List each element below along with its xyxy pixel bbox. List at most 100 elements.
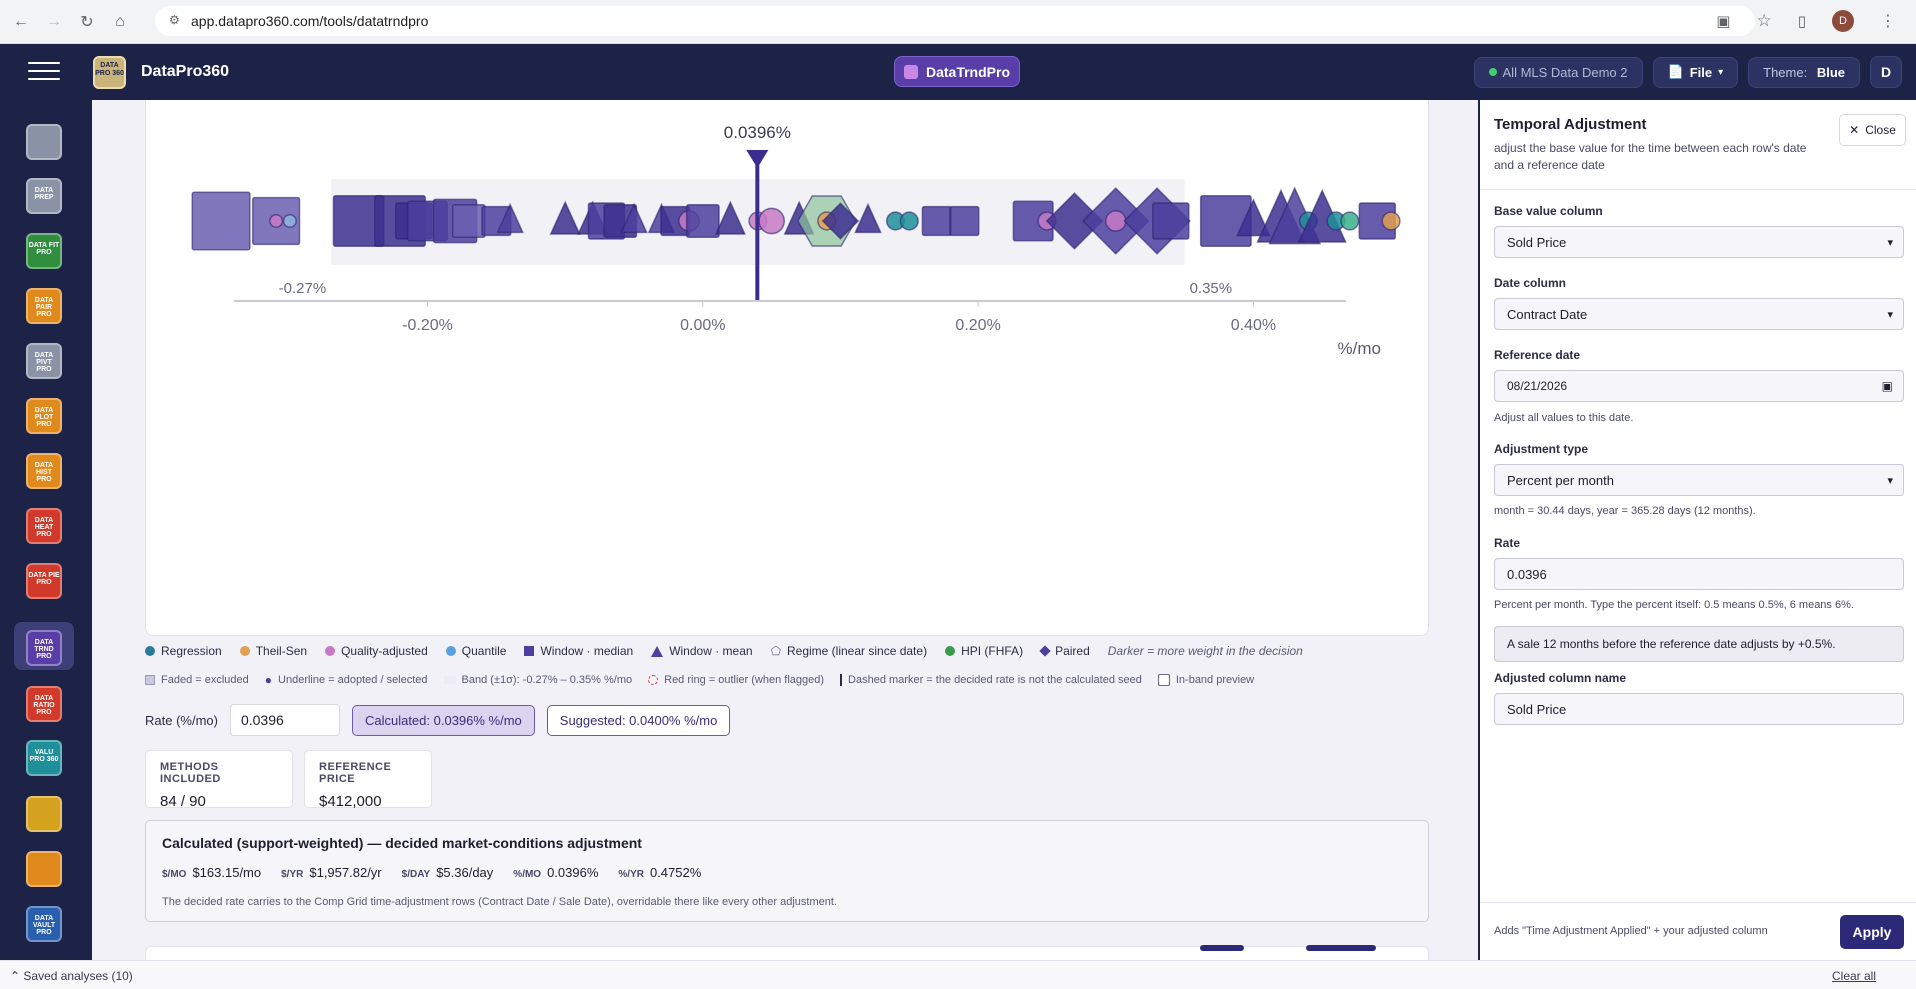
legend-dashed: Dashed marker = the decided rate is not … xyxy=(840,674,1142,686)
address-bar[interactable]: ⚙ app.datapro360.com/tools/datatrndpro xyxy=(155,6,1755,36)
legend-faded: Faded = excluded xyxy=(145,674,249,686)
legend-label-2: Quality-adjusted xyxy=(341,644,428,658)
install-icon[interactable]: ▣ xyxy=(1716,12,1730,30)
inband-checkbox[interactable] xyxy=(1157,674,1170,686)
point-2 xyxy=(282,213,297,229)
legend-item-4: Window · median xyxy=(524,644,633,658)
adjustment-type-select[interactable]: Percent per month ▾ xyxy=(1494,464,1904,496)
hamburger-menu-icon[interactable] xyxy=(28,62,60,82)
summary-footer: The decided rate carries to the Comp Gri… xyxy=(162,896,837,908)
base-column-label: Base value column xyxy=(1494,204,1603,218)
chart-legend: Regression Theil-Sen Quality-adjusted Quant… xyxy=(145,644,1445,658)
summary-item-value: $163.15/mo xyxy=(192,865,262,880)
bookmark-star-icon[interactable]: ☆ xyxy=(1756,11,1771,31)
adjusted-name-input[interactable]: Sold Price xyxy=(1494,693,1904,725)
user-badge[interactable]: D xyxy=(1870,56,1902,88)
legend-item-5: Window · mean xyxy=(651,644,753,658)
rate-input[interactable]: 0.0396 xyxy=(229,704,340,736)
x-tick-label: 0.40% xyxy=(1231,317,1276,334)
saved-analyses-toggle[interactable]: ⌃ Saved analyses (10) xyxy=(10,969,133,983)
sidebar-tool-14[interactable]: DATA VAULT PRO xyxy=(26,906,62,942)
rate-label: Rate (%/mo) xyxy=(145,712,218,728)
date-column-select[interactable]: Contract Date ▾ xyxy=(1494,298,1904,330)
inband-label: In-band preview xyxy=(1175,674,1255,686)
sidebar-tool-9[interactable]: DATA TRND PRO xyxy=(26,630,62,666)
legend-underline-label: Underline = adopted / selected xyxy=(278,674,428,686)
legend-label-6: Regime (linear since date) xyxy=(787,644,928,658)
point-3 xyxy=(269,213,284,229)
toggle-right[interactable] xyxy=(1306,945,1376,951)
legend-swatch-square-icon xyxy=(524,646,535,656)
theme-button[interactable]: Theme: Blue xyxy=(1748,56,1860,88)
summary-item-label: $/YR xyxy=(281,869,304,880)
adjusted-name-value: Sold Price xyxy=(1507,701,1567,717)
sidebar-tool-8[interactable]: DATA PIE PRO xyxy=(26,563,62,599)
point-47 xyxy=(1340,211,1360,231)
extensions-icon[interactable]: ▯ xyxy=(1798,12,1806,30)
browser-toolbar: ← → ↻ ⌂ ⚙ app.datapro360.com/tools/datat… xyxy=(0,0,1916,44)
rate-field-input[interactable]: 0.0396 xyxy=(1494,558,1904,590)
point-31 xyxy=(921,205,952,237)
summary-item-4: %/YR 0.4752% xyxy=(618,865,701,880)
date-column-label: Date column xyxy=(1494,276,1567,290)
rate-bar: Rate (%/mo) 0.0396 Calculated: 0.0396% %… xyxy=(145,704,731,736)
clear-all-link[interactable]: Clear all xyxy=(1832,969,1876,983)
app-logo: DATA PRO 360 xyxy=(93,56,126,89)
back-icon[interactable]: ← xyxy=(9,10,33,34)
sidebar-tool-6[interactable]: DATA HIST PRO xyxy=(26,453,62,489)
close-button[interactable]: ✕ Close xyxy=(1839,114,1906,146)
apply-button[interactable]: Apply xyxy=(1840,915,1904,949)
sidebar-tool-4[interactable]: DATA PIVT PRO xyxy=(26,343,62,379)
decided-adjustment-summary: Calculated (support-weighted) — decided … xyxy=(145,820,1429,922)
reference-date-input[interactable]: 08/21/2026 ▣ xyxy=(1494,370,1904,402)
close-icon: ✕ xyxy=(1849,123,1860,137)
toggle-left[interactable] xyxy=(1200,945,1244,951)
legend-swatch-circle-icon xyxy=(239,646,250,656)
sidebar-tool-0[interactable] xyxy=(26,124,62,160)
base-column-select[interactable]: Sold Price ▾ xyxy=(1494,226,1904,258)
file-menu-button[interactable]: 📄 File ▾ xyxy=(1652,56,1739,88)
data-source-label: All MLS Data Demo 2 xyxy=(1502,64,1628,80)
menu-kebab-icon[interactable]: ⋮ xyxy=(1880,11,1896,31)
sidebar-tool-11[interactable]: VALU PRO 360 xyxy=(26,740,62,776)
methods-included-stat: METHODS INCLUDED 84 / 90 xyxy=(145,750,293,810)
adjustment-type-help: month = 30.44 days, year = 365.28 days (… xyxy=(1494,505,1756,517)
current-tool-pill[interactable]: DataTrndPro xyxy=(894,56,1020,87)
methods-label: METHODS INCLUDED xyxy=(160,761,221,785)
summary-item-3: %/MO 0.0396% xyxy=(513,865,598,880)
sidebar-tool-1[interactable]: DATA PREP xyxy=(26,178,62,214)
sidebar-tool-7[interactable]: DATA HEAT PRO xyxy=(26,508,62,544)
summary-item-label: %/MO xyxy=(513,869,542,880)
sidebar-tool-12[interactable] xyxy=(26,796,62,832)
forward-icon[interactable]: → xyxy=(42,10,66,34)
data-source-pill[interactable]: All MLS Data Demo 2 xyxy=(1473,56,1643,88)
next-card-edge xyxy=(145,945,1429,960)
sidebar-tool-5[interactable]: DATA PLOT PRO xyxy=(26,398,62,434)
legend-swatch-pentagon-icon: ⬠ xyxy=(770,644,781,658)
reload-icon[interactable]: ↻ xyxy=(75,10,99,34)
point-9 xyxy=(451,204,486,238)
temporal-adjustment-panel: Temporal Adjustment adjust the base valu… xyxy=(1478,100,1916,960)
sidebar-tool-2[interactable]: DATA FIT PRO xyxy=(26,233,62,269)
summary-item-value: 0.0396% xyxy=(547,865,599,880)
profile-avatar[interactable]: D xyxy=(1832,10,1854,32)
calendar-icon[interactable]: ▣ xyxy=(1882,379,1893,393)
sidebar-tool-10[interactable]: DATA RATIO PRO xyxy=(26,686,62,722)
x-tick-label: 0.20% xyxy=(955,317,1000,334)
calculated-rate-button[interactable]: Calculated: 0.0396% %/mo xyxy=(351,704,535,736)
inband-preview-toggle[interactable]: In-band preview xyxy=(1157,674,1255,686)
sidebar-tool-3[interactable]: DATA PAIR PRO xyxy=(26,288,62,324)
chevron-down-icon: ▾ xyxy=(1887,236,1893,249)
legend-swatch-circle-icon xyxy=(145,646,155,656)
reference-date-value: 08/21/2026 xyxy=(1507,379,1568,393)
home-icon[interactable]: ⌂ xyxy=(108,10,132,34)
site-info-icon[interactable]: ⚙ xyxy=(169,13,180,27)
base-column-value: Sold Price xyxy=(1507,234,1567,250)
chevron-down-icon: ▾ xyxy=(1887,308,1893,321)
legend-red-ring: Red ring = outlier (when flagged) xyxy=(648,674,824,686)
reference-price-value: $412,000 xyxy=(319,793,382,810)
suggested-rate-button[interactable]: Suggested: 0.0400% %/mo xyxy=(546,704,731,736)
legend-swatch-circle-icon xyxy=(945,646,956,656)
legend-swatch-triangle-icon xyxy=(651,645,664,657)
sidebar-tool-13[interactable] xyxy=(26,851,62,887)
